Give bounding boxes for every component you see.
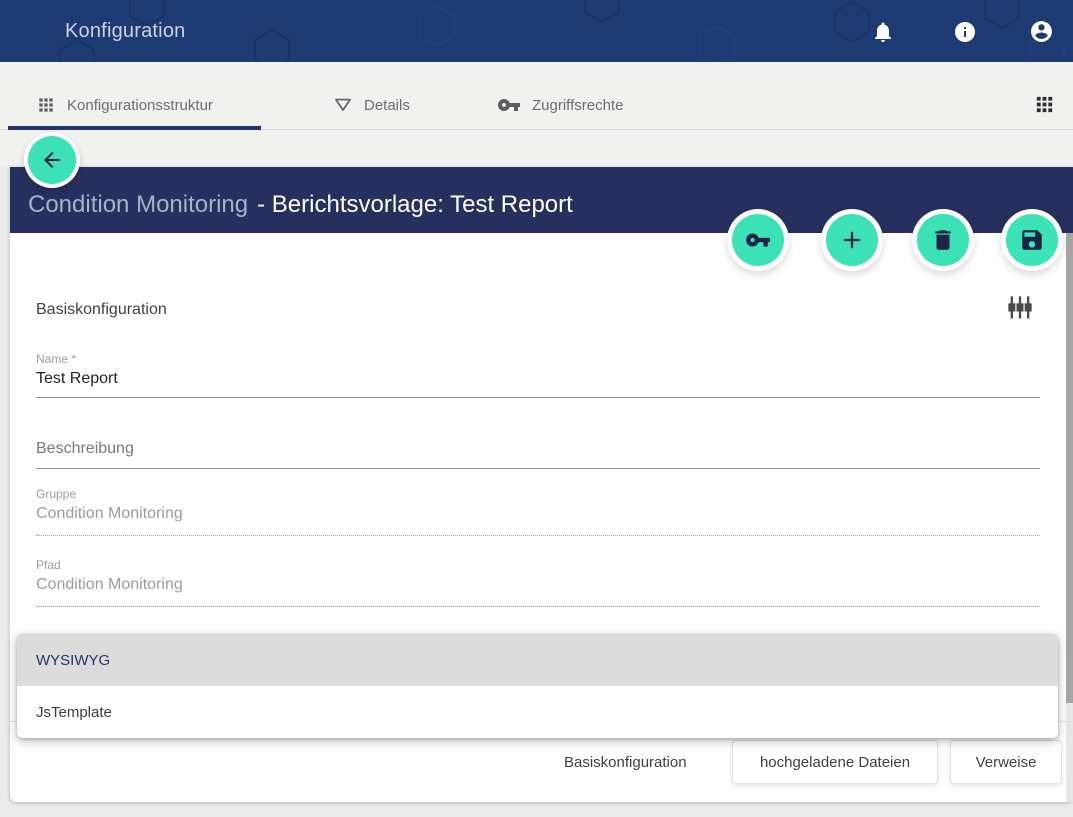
info-button[interactable] xyxy=(953,20,977,44)
group-input xyxy=(36,503,1040,536)
apps-grid-icon xyxy=(1033,93,1056,116)
section-heading: Basiskonfiguration xyxy=(36,301,167,319)
path-field: Pfad xyxy=(36,558,1040,607)
save-fab[interactable] xyxy=(1006,214,1058,266)
add-fab[interactable] xyxy=(826,214,878,266)
account-button[interactable] xyxy=(1029,19,1053,43)
notifications-button[interactable] xyxy=(871,20,895,44)
page-title: Konfiguration xyxy=(65,0,185,62)
tab-bar: Konfigurationsstruktur Details Zugriffsr… xyxy=(0,62,1073,167)
info-icon xyxy=(953,20,977,44)
permissions-fab[interactable] xyxy=(732,214,784,266)
plus-icon xyxy=(838,226,866,254)
scrollbar-track[interactable] xyxy=(1066,233,1073,802)
account-circle-icon xyxy=(1029,19,1054,44)
delete-fab[interactable] xyxy=(917,214,969,266)
description-input[interactable] xyxy=(36,440,1040,469)
scrollbar-thumb[interactable] xyxy=(1066,233,1073,703)
app-bar: Konfiguration xyxy=(0,0,1073,62)
save-icon xyxy=(1019,227,1045,253)
option-wysiwyg[interactable]: WYSIWYG xyxy=(17,634,1058,686)
name-field: Name * xyxy=(36,352,1040,398)
tab-konfigurationsstruktur[interactable]: Konfigurationsstruktur xyxy=(36,84,213,126)
description-field xyxy=(36,440,1040,469)
tab-label: Zugriffsrechte xyxy=(532,97,623,114)
group-field: Gruppe xyxy=(36,487,1040,536)
screen: Konfiguration Konfigurationsstruktur xyxy=(0,0,1073,817)
back-button[interactable] xyxy=(28,136,76,184)
tab-label: Details xyxy=(364,97,410,114)
active-tab-indicator xyxy=(8,126,261,130)
tab-zugriffsrechte[interactable]: Zugriffsrechte xyxy=(497,84,623,126)
field-label: Gruppe xyxy=(36,487,1040,503)
footer-tab-verweise[interactable]: Verweise xyxy=(950,740,1062,784)
title-bar: Condition Monitoring - Berichtsvorlage: T… xyxy=(10,167,1073,233)
title-group: Condition Monitoring xyxy=(28,191,248,218)
tab-label: Konfigurationsstruktur xyxy=(67,97,213,114)
arrow-left-icon xyxy=(40,148,64,172)
footer-tab-basiskonfiguration[interactable]: Basiskonfiguration xyxy=(548,740,703,784)
trash-icon xyxy=(930,227,956,253)
name-input[interactable] xyxy=(36,368,1040,398)
template-type-dropdown: WYSIWYG JsTemplate xyxy=(17,634,1058,738)
tune-sliders-icon xyxy=(1006,294,1034,322)
key-icon xyxy=(497,93,521,117)
key-icon xyxy=(745,227,771,253)
tune-button[interactable] xyxy=(1006,294,1034,322)
bell-icon xyxy=(871,20,895,44)
tab-details[interactable]: Details xyxy=(333,84,410,126)
filter-triangle-icon xyxy=(333,95,353,115)
path-input xyxy=(36,574,1040,607)
apps-grid-button[interactable] xyxy=(1033,93,1056,116)
grid-icon xyxy=(36,95,56,115)
title-text: - Berichtsvorlage: Test Report xyxy=(257,191,573,218)
footer-tab-hochgeladene-dateien[interactable]: hochgeladene Dateien xyxy=(732,740,938,784)
field-label: Pfad xyxy=(36,558,1040,574)
option-jstemplate[interactable]: JsTemplate xyxy=(17,686,1058,738)
field-label: Name * xyxy=(36,352,1040,368)
